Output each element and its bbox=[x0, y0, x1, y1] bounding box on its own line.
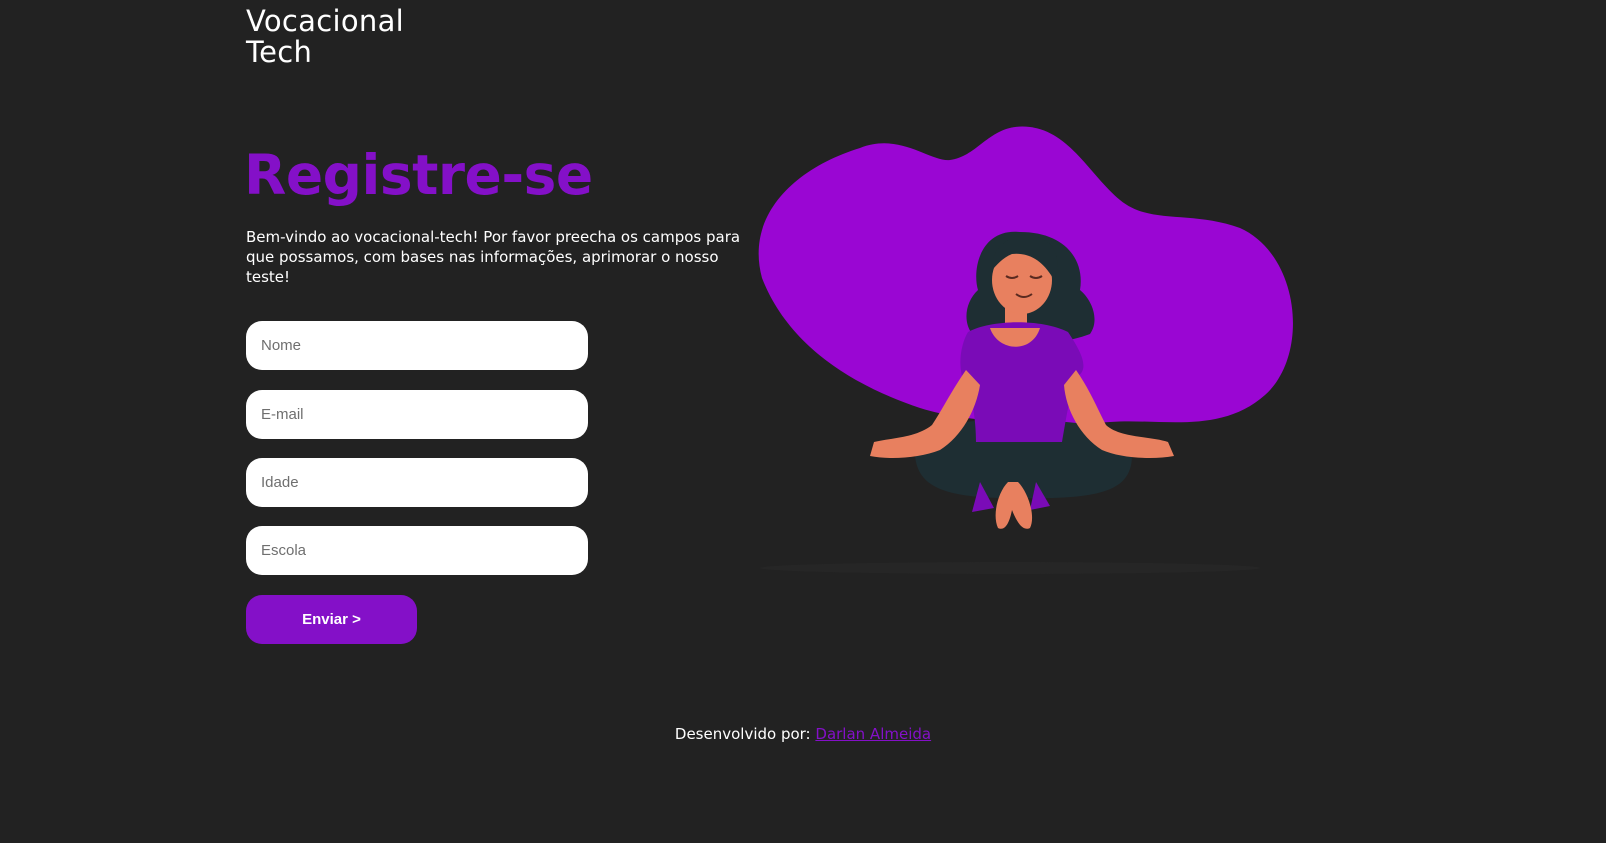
register-page: Vocacional Tech Registre-se Bem-vindo ao… bbox=[0, 0, 1606, 843]
age-input[interactable] bbox=[246, 458, 588, 507]
ground-shadow bbox=[760, 562, 1260, 574]
meditating-woman-illustration bbox=[758, 126, 1293, 574]
submit-button[interactable]: Enviar > bbox=[246, 595, 417, 644]
footer-prefix: Desenvolvido por: bbox=[674, 725, 811, 743]
brand-line-2: Tech bbox=[246, 35, 313, 69]
email-input[interactable] bbox=[246, 390, 588, 439]
footer: Desenvolvido por: Darlan Almeida bbox=[0, 723, 1606, 745]
brand-line-1: Vocacional bbox=[246, 4, 404, 38]
intro-text: Bem-vindo ao vocacional-tech! Por favor … bbox=[246, 228, 741, 286]
brand-logo[interactable]: Vocacional Tech bbox=[246, 6, 404, 68]
name-input[interactable] bbox=[246, 321, 588, 370]
author-link[interactable]: Darlan Almeida bbox=[815, 725, 931, 743]
school-input[interactable] bbox=[246, 526, 588, 575]
page-title: Registre-se bbox=[244, 143, 593, 207]
